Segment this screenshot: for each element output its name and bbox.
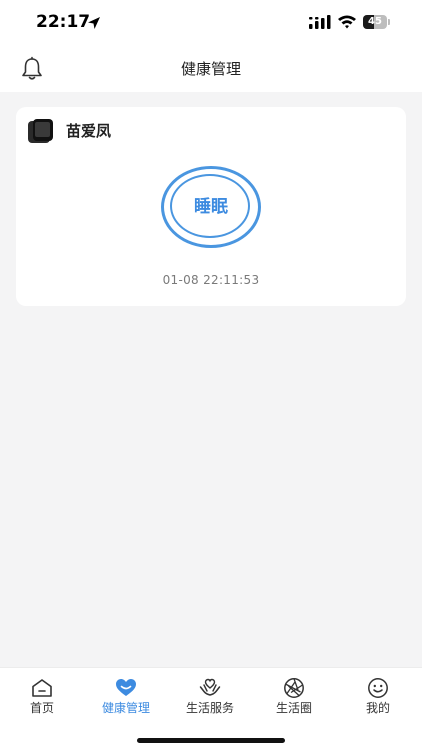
tab-label: 首页 xyxy=(29,701,54,715)
tab-label: 健康管理 xyxy=(101,701,150,715)
aperture-icon xyxy=(284,678,304,698)
heart-icon xyxy=(116,679,136,696)
battery-level: 45 xyxy=(368,16,382,27)
location-arrow-icon xyxy=(88,17,100,29)
sleep-mode-button[interactable]: 睡眠 xyxy=(161,166,261,248)
tab-label: 我的 xyxy=(365,701,390,715)
tab-life-services[interactable]: 生活服务 xyxy=(168,668,252,728)
battery-indicator: 45 xyxy=(363,15,387,29)
device-name: 苗爱凤 xyxy=(66,122,112,140)
sleep-mode-label: 睡眠 xyxy=(194,197,228,217)
status-bar: 22:17 45 xyxy=(0,0,422,46)
status-time: 22:17 xyxy=(36,12,91,32)
hands-heart-icon xyxy=(199,678,221,696)
home-icon xyxy=(32,679,52,697)
tab-home[interactable]: 首页 xyxy=(0,668,84,728)
tab-label: 生活圈 xyxy=(275,701,312,715)
home-indicator xyxy=(137,738,285,743)
smiley-icon xyxy=(368,678,388,698)
cellular-signal-icon xyxy=(309,15,331,29)
tab-label: 生活服务 xyxy=(185,701,234,715)
watch-device-icon xyxy=(28,119,53,143)
page-title: 健康管理 xyxy=(180,60,241,78)
header: 健康管理 xyxy=(0,46,422,92)
bell-icon[interactable] xyxy=(18,55,46,83)
battery-tip xyxy=(388,19,390,25)
wifi-icon xyxy=(338,15,356,29)
tab-life-circle[interactable]: 生活圈 xyxy=(252,668,336,728)
last-update-time: 01-08 22:11:53 xyxy=(162,273,260,287)
tab-mine[interactable]: 我的 xyxy=(336,668,420,728)
device-card[interactable]: 苗爱凤 睡眠 01-08 22:11:53 xyxy=(16,107,406,306)
tab-health[interactable]: 健康管理 xyxy=(84,668,168,728)
